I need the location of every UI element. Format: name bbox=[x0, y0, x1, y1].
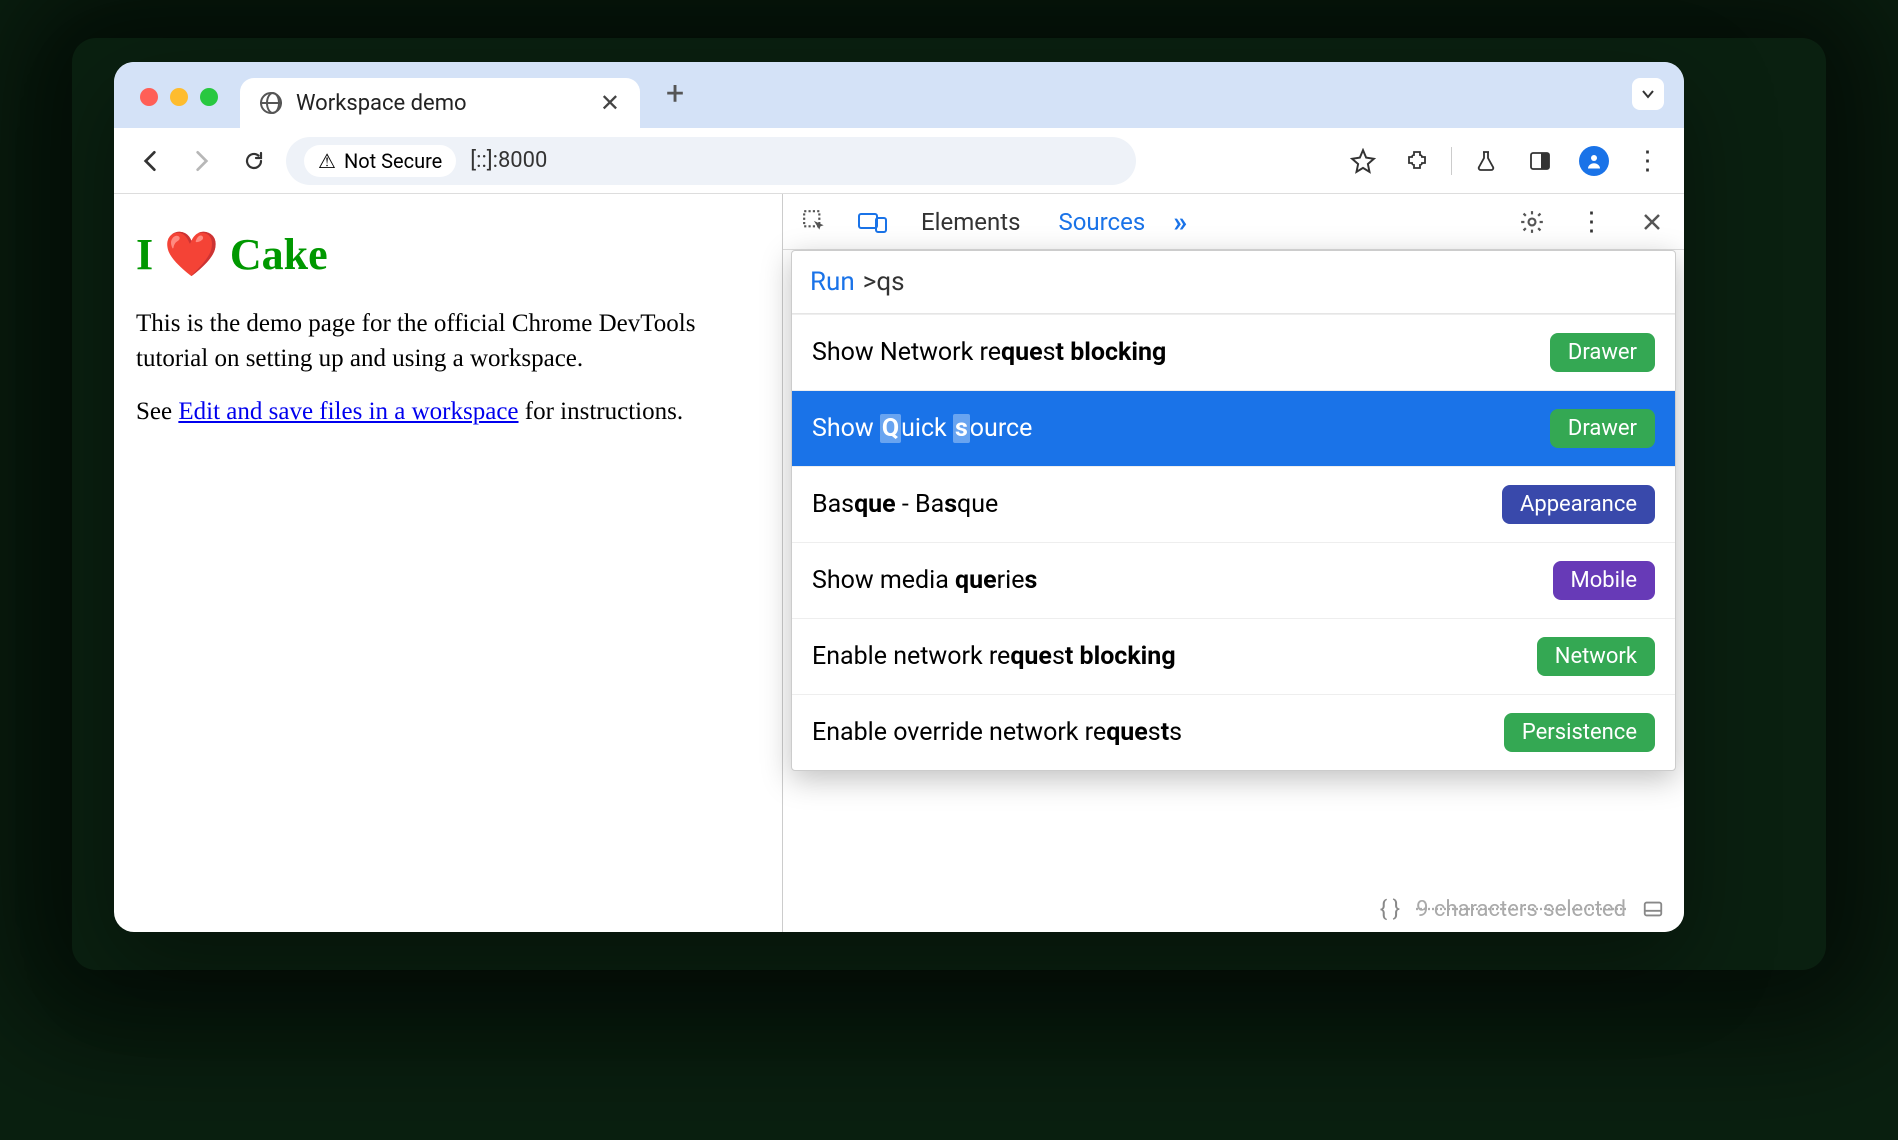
command-item-label: Show Quick source bbox=[812, 414, 1032, 443]
page-paragraph: This is the demo page for the official C… bbox=[136, 306, 760, 376]
command-item-badge: Mobile bbox=[1553, 561, 1655, 600]
command-prompt-label: Run bbox=[810, 267, 855, 297]
command-item-label: Show media queries bbox=[812, 566, 1037, 595]
command-item-badge: Drawer bbox=[1550, 409, 1655, 448]
browser-tab[interactable]: Workspace demo ✕ bbox=[240, 78, 640, 128]
toolbar-separator bbox=[1451, 147, 1452, 175]
security-label: Not Secure bbox=[344, 149, 442, 173]
page-instructions: See Edit and save files in a workspace f… bbox=[136, 394, 760, 429]
toolbar: ⚠ Not Secure [::]:8000 bbox=[114, 128, 1684, 194]
profile-button[interactable] bbox=[1574, 141, 1614, 181]
command-item-badge: Persistence bbox=[1504, 713, 1655, 752]
devtools-footer: { } 9 characters selected bbox=[1360, 886, 1684, 932]
panel-icon bbox=[1642, 898, 1664, 920]
settings-button[interactable] bbox=[1512, 202, 1552, 242]
tabs-overflow-button[interactable]: » bbox=[1173, 205, 1187, 238]
close-tab-icon[interactable]: ✕ bbox=[600, 89, 620, 117]
window-controls bbox=[140, 88, 218, 106]
new-tab-button[interactable]: + bbox=[666, 74, 684, 112]
command-item-label: Enable override network requests bbox=[812, 718, 1182, 747]
tab-title: Workspace demo bbox=[296, 91, 467, 116]
tab-sources[interactable]: Sources bbox=[1048, 208, 1155, 236]
command-menu-input[interactable]: Run >qs bbox=[792, 251, 1675, 314]
content-area: I ❤️ Cake This is the demo page for the … bbox=[114, 194, 1684, 932]
devtools-panel: Elements Sources » ⋮ Run >qs bbox=[782, 194, 1684, 932]
avatar-icon bbox=[1579, 146, 1609, 176]
command-menu-item[interactable]: Show Quick source Drawer bbox=[792, 390, 1675, 466]
brackets-icon: { } bbox=[1380, 897, 1400, 922]
extensions-button[interactable] bbox=[1397, 141, 1437, 181]
window-close-button[interactable] bbox=[140, 88, 158, 106]
forward-button[interactable] bbox=[182, 141, 222, 181]
command-query: >qs bbox=[863, 267, 905, 297]
command-menu-list: Show Network request blockingDrawerShow … bbox=[792, 314, 1675, 770]
side-panel-button[interactable] bbox=[1520, 141, 1560, 181]
command-item-label: Enable network request blocking bbox=[812, 642, 1176, 671]
device-toolbar-button[interactable] bbox=[853, 202, 893, 242]
tab-elements[interactable]: Elements bbox=[911, 208, 1030, 236]
rendered-page: I ❤️ Cake This is the demo page for the … bbox=[114, 194, 782, 932]
page-heading: I ❤️ Cake bbox=[136, 228, 760, 280]
window-minimize-button[interactable] bbox=[170, 88, 188, 106]
command-item-label: Basque - Basque bbox=[812, 490, 998, 519]
command-item-badge: Network bbox=[1537, 637, 1655, 676]
workspace-tutorial-link[interactable]: Edit and save files in a workspace bbox=[178, 398, 518, 425]
command-item-badge: Appearance bbox=[1502, 485, 1655, 524]
globe-icon bbox=[260, 92, 282, 114]
window-maximize-button[interactable] bbox=[200, 88, 218, 106]
devtools-menu-button[interactable]: ⋮ bbox=[1572, 202, 1612, 242]
command-menu-item[interactable]: Enable override network requests Persiste… bbox=[792, 694, 1675, 770]
security-chip[interactable]: ⚠ Not Secure bbox=[304, 145, 456, 177]
tab-strip: Workspace demo ✕ + bbox=[114, 62, 1684, 128]
command-menu-item[interactable]: Show Network request blocking Drawer bbox=[792, 314, 1675, 390]
back-button[interactable] bbox=[130, 141, 170, 181]
url-text: [::]:8000 bbox=[470, 148, 547, 173]
address-bar[interactable]: ⚠ Not Secure [::]:8000 bbox=[286, 137, 1136, 185]
command-menu-item[interactable]: Basque - Basque Appearance bbox=[792, 466, 1675, 542]
bookmark-button[interactable] bbox=[1343, 141, 1383, 181]
reload-button[interactable] bbox=[234, 141, 274, 181]
tab-overflow-button[interactable] bbox=[1632, 78, 1664, 110]
browser-window: Workspace demo ✕ + ⚠ Not Secure [::]:800… bbox=[114, 62, 1684, 932]
close-devtools-button[interactable] bbox=[1632, 202, 1672, 242]
command-item-label: Show Network request blocking bbox=[812, 338, 1166, 367]
warning-icon: ⚠ bbox=[318, 149, 336, 173]
selection-status: 9 characters selected bbox=[1416, 897, 1626, 922]
devtools-tabbar: Elements Sources » ⋮ bbox=[783, 194, 1684, 250]
command-menu: Run >qs Show Network request blocking Dra… bbox=[791, 250, 1676, 771]
labs-button[interactable] bbox=[1466, 141, 1506, 181]
command-menu-item[interactable]: Enable network request blocking Network bbox=[792, 618, 1675, 694]
chrome-menu-button[interactable]: ⋮ bbox=[1628, 141, 1668, 181]
command-menu-item[interactable]: Show media queries Mobile bbox=[792, 542, 1675, 618]
inspect-element-button[interactable] bbox=[795, 202, 835, 242]
command-item-badge: Drawer bbox=[1550, 333, 1655, 372]
